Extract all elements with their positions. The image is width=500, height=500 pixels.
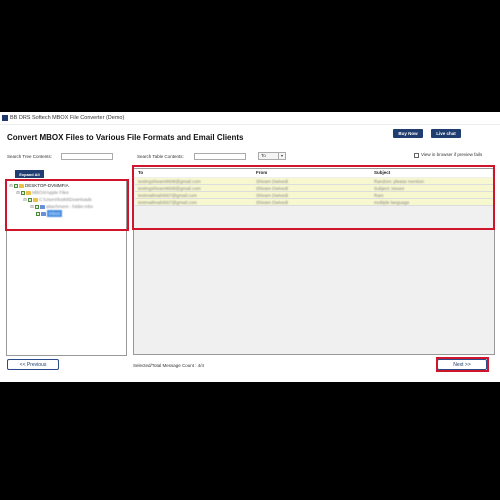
- search-tree-input[interactable]: [61, 153, 113, 160]
- search-table-input[interactable]: [194, 153, 246, 160]
- message-count-status: Selected/Total Message Count : 4/4: [133, 363, 205, 368]
- chevron-down-icon: ▾: [278, 153, 285, 159]
- expand-all-button[interactable]: Expand All: [15, 170, 44, 178]
- app-logo-icon: [2, 115, 8, 121]
- preview-checkbox[interactable]: [414, 153, 419, 158]
- search-table-label: Search Table Contents:: [137, 154, 184, 159]
- page-title: Convert MBOX Files to Various File Forma…: [7, 133, 244, 142]
- window-title: BB DRS Softech MBOX File Converter (Demo…: [10, 115, 125, 121]
- previous-button[interactable]: << Previous: [7, 359, 59, 370]
- next-highlight-box: [436, 357, 489, 372]
- preview-label: View in browser if preview fails: [421, 152, 483, 157]
- search-field-select[interactable]: To ▾: [258, 152, 286, 160]
- title-bar: BB DRS Softech MBOX File Converter (Demo…: [0, 112, 500, 125]
- tree-highlight-box: [5, 179, 129, 231]
- search-field-selected: To: [261, 153, 266, 158]
- table-highlight-box: [132, 165, 495, 230]
- buy-now-button[interactable]: Buy Now: [393, 129, 423, 138]
- live-chat-button[interactable]: Live chat: [431, 129, 461, 138]
- search-tree-label: Search Tree Contents:: [7, 154, 53, 159]
